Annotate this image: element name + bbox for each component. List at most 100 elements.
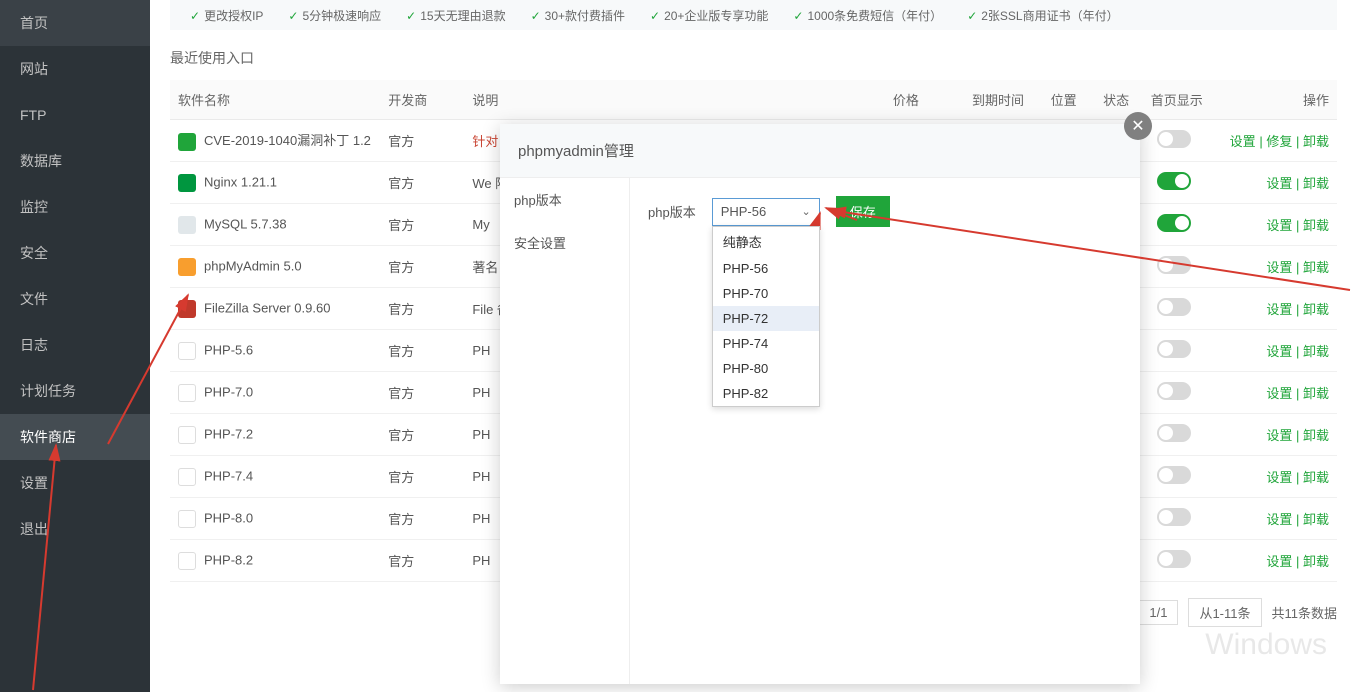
- cell-actions: 设置 | 卸载: [1211, 246, 1337, 288]
- dropdown-option[interactable]: PHP-80: [713, 356, 819, 381]
- home-toggle[interactable]: [1157, 466, 1191, 484]
- software-icon: [178, 216, 196, 234]
- php-version-label: php版本: [648, 202, 696, 221]
- action-设置[interactable]: 设置: [1266, 386, 1292, 401]
- cell-home: [1137, 456, 1211, 498]
- action-修复[interactable]: 修复: [1266, 134, 1292, 149]
- action-卸载[interactable]: 卸载: [1303, 386, 1329, 401]
- cell-dev: 官方: [380, 162, 464, 204]
- dropdown-option[interactable]: PHP-82: [713, 381, 819, 406]
- cell-dev: 官方: [380, 456, 464, 498]
- cell-home: [1137, 204, 1211, 246]
- banner-feature: ✓30+款付费插件: [531, 7, 625, 24]
- cell-dev: 官方: [380, 204, 464, 246]
- sidebar-item[interactable]: 日志: [0, 322, 150, 368]
- sidebar-item[interactable]: FTP: [0, 92, 150, 138]
- home-toggle[interactable]: [1157, 508, 1191, 526]
- sidebar-item[interactable]: 监控: [0, 184, 150, 230]
- action-卸载[interactable]: 卸载: [1303, 260, 1329, 275]
- home-toggle[interactable]: [1157, 550, 1191, 568]
- cell-actions: 设置 | 卸载: [1211, 414, 1337, 456]
- dropdown-option[interactable]: PHP-56: [713, 256, 819, 281]
- action-卸载[interactable]: 卸载: [1303, 176, 1329, 191]
- cell-actions: 设置 | 卸载: [1211, 162, 1337, 204]
- action-设置[interactable]: 设置: [1266, 554, 1292, 569]
- sidebar-item[interactable]: 软件商店: [0, 414, 150, 460]
- cell-dev: 官方: [380, 414, 464, 456]
- action-设置[interactable]: 设置: [1266, 218, 1292, 233]
- dropdown-option[interactable]: PHP-74: [713, 331, 819, 356]
- action-卸载[interactable]: 卸载: [1303, 302, 1329, 317]
- cell-name: MySQL 5.7.38: [170, 204, 380, 246]
- action-卸载[interactable]: 卸载: [1303, 554, 1329, 569]
- cell-dev: 官方: [380, 498, 464, 540]
- sidebar-item[interactable]: 网站: [0, 46, 150, 92]
- col-pos: 位置: [1032, 80, 1085, 120]
- feature-banner: ✓更改授权IP✓5分钟极速响应✓15天无理由退款✓30+款付费插件✓20+企业版…: [170, 0, 1337, 30]
- cell-actions: 设置 | 卸载: [1211, 372, 1337, 414]
- modal-tab[interactable]: php版本: [500, 178, 629, 221]
- banner-feature: ✓更改授权IP: [190, 7, 263, 24]
- page-range: 从1-11条: [1188, 598, 1261, 627]
- action-卸载[interactable]: 卸载: [1303, 344, 1329, 359]
- action-设置[interactable]: 设置: [1266, 302, 1292, 317]
- sidebar-item[interactable]: 文件: [0, 276, 150, 322]
- action-卸载[interactable]: 卸载: [1303, 134, 1329, 149]
- home-toggle[interactable]: [1157, 382, 1191, 400]
- software-icon: [178, 426, 196, 444]
- modal-title: phpmyadmin管理: [500, 124, 1140, 178]
- home-toggle[interactable]: [1157, 298, 1191, 316]
- modal-tab[interactable]: 安全设置: [500, 221, 629, 264]
- software-icon: [178, 468, 196, 486]
- page-total: 共11条数据: [1272, 603, 1338, 622]
- home-toggle[interactable]: [1157, 256, 1191, 274]
- col-name: 软件名称: [170, 80, 380, 120]
- home-toggle[interactable]: [1157, 214, 1191, 232]
- action-卸载[interactable]: 卸载: [1303, 218, 1329, 233]
- action-设置[interactable]: 设置: [1266, 428, 1292, 443]
- cell-home: [1137, 162, 1211, 204]
- php-version-select[interactable]: PHP-56 ⌄ 纯静态PHP-56PHP-70PHP-72PHP-74PHP-…: [712, 198, 820, 226]
- sidebar: 首页网站FTP数据库监控安全文件日志计划任务软件商店设置退出: [0, 0, 150, 692]
- sidebar-item[interactable]: 首页: [0, 0, 150, 46]
- sidebar-item[interactable]: 安全: [0, 230, 150, 276]
- cell-name: PHP-8.0: [170, 498, 380, 540]
- dropdown-option[interactable]: PHP-70: [713, 281, 819, 306]
- sidebar-item[interactable]: 数据库: [0, 138, 150, 184]
- software-icon: [178, 133, 196, 151]
- cell-name: PHP-7.4: [170, 456, 380, 498]
- cell-actions: 设置 | 卸载: [1211, 456, 1337, 498]
- home-toggle[interactable]: [1157, 172, 1191, 190]
- action-卸载[interactable]: 卸载: [1303, 428, 1329, 443]
- cell-home: [1137, 414, 1211, 456]
- action-卸载[interactable]: 卸载: [1303, 512, 1329, 527]
- action-设置[interactable]: 设置: [1266, 344, 1292, 359]
- banner-feature: ✓15天无理由退款: [406, 7, 505, 24]
- col-desc: 说明: [464, 80, 864, 120]
- col-expire: 到期时间: [927, 80, 1032, 120]
- cell-home: [1137, 246, 1211, 288]
- dropdown-option[interactable]: 纯静态: [713, 227, 819, 256]
- sidebar-item[interactable]: 计划任务: [0, 368, 150, 414]
- action-设置[interactable]: 设置: [1266, 470, 1292, 485]
- cell-name: FileZilla Server 0.9.60: [170, 288, 380, 330]
- save-button[interactable]: 保存: [836, 196, 890, 227]
- software-icon: [178, 300, 196, 318]
- action-卸载[interactable]: 卸载: [1303, 470, 1329, 485]
- action-设置[interactable]: 设置: [1266, 176, 1292, 191]
- action-设置[interactable]: 设置: [1266, 260, 1292, 275]
- home-toggle[interactable]: [1157, 424, 1191, 442]
- col-dev: 开发商: [380, 80, 464, 120]
- home-toggle[interactable]: [1157, 340, 1191, 358]
- close-icon[interactable]: ✕: [1124, 112, 1152, 140]
- action-设置[interactable]: 设置: [1230, 134, 1256, 149]
- sidebar-item[interactable]: 退出: [0, 506, 150, 552]
- section-title: 最近使用入口: [170, 48, 1337, 68]
- home-toggle[interactable]: [1157, 130, 1191, 148]
- sidebar-item[interactable]: 设置: [0, 460, 150, 506]
- action-设置[interactable]: 设置: [1266, 512, 1292, 527]
- cell-name: CVE-2019-1040漏洞补丁 1.2: [170, 120, 380, 162]
- banner-feature: ✓2张SSL商用证书（年付）: [967, 7, 1118, 24]
- dropdown-option[interactable]: PHP-72: [713, 306, 819, 331]
- cell-home: [1137, 498, 1211, 540]
